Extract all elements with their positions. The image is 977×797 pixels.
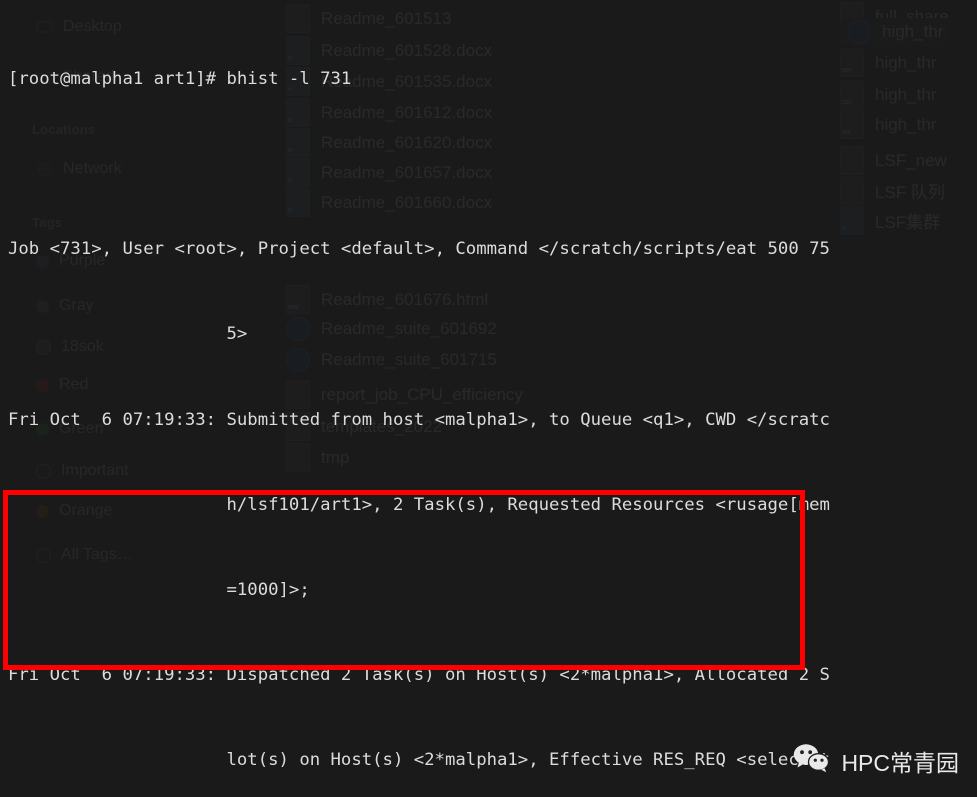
terminal-prompt-line: [root@malpha1 art1]# bhist -l 731 (8, 68, 352, 89)
terminal-window[interactable]: [root@malpha1 art1]# bhist -l 731 Job <7… (0, 0, 977, 797)
wechat-icon (792, 743, 832, 779)
terminal-line: Fri Oct 6 07:19:33: Submitted from host … (8, 409, 830, 430)
terminal-line: h/lsf101/art1>, 2 Task(s), Requested Res… (8, 494, 830, 515)
watermark-text: HPC常青园 (841, 750, 959, 776)
terminal-line: Fri Oct 6 07:19:33: Dispatched 2 Task(s)… (8, 665, 830, 686)
terminal-line: Job <731>, User <root>, Project <default… (8, 239, 830, 260)
watermark: HPC常青园 (792, 743, 959, 779)
terminal-line: =1000]>; (8, 580, 310, 601)
terminal-line: 5> (8, 324, 248, 345)
screenshot-root: Locations Tags Desktop Shared Network Pu… (0, 0, 977, 797)
